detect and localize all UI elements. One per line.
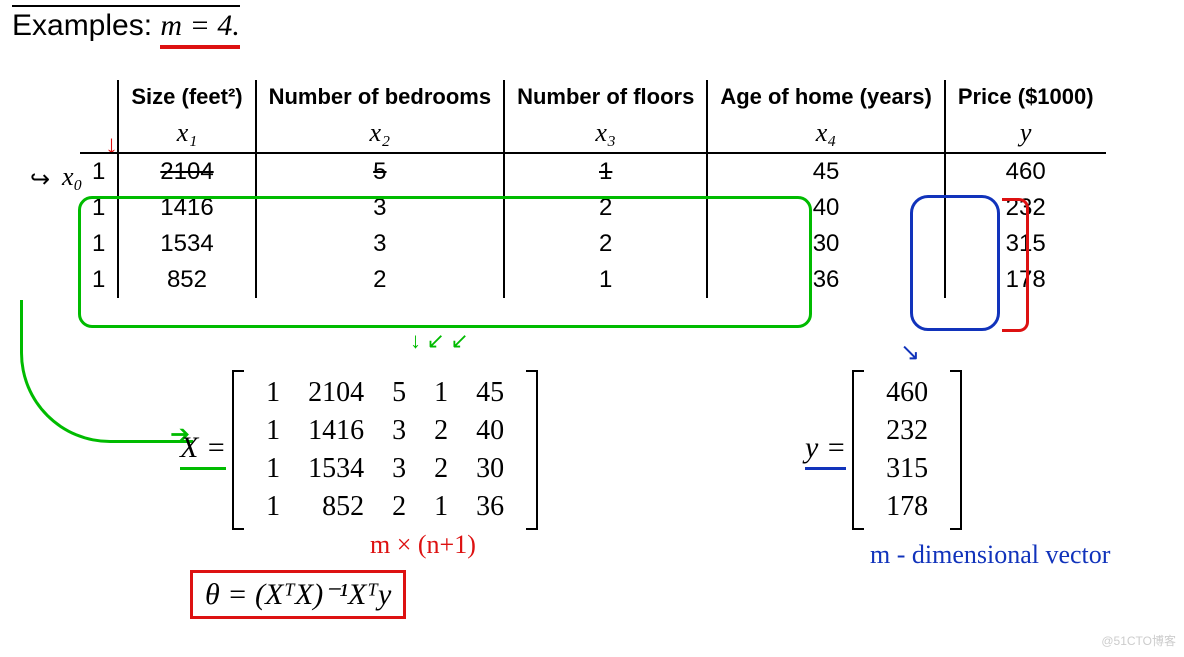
mx-cell: 1 [252, 374, 294, 412]
cell: 3 [256, 226, 504, 262]
cell: 2 [504, 226, 707, 262]
mx-cell: 30 [462, 450, 518, 488]
note-m-dimensional: m - dimensional vector [870, 540, 1110, 570]
var-y: y [945, 114, 1106, 153]
cell: 1 [504, 262, 707, 298]
cell: 1 [80, 190, 118, 226]
cell: 40 [707, 190, 945, 226]
page: Examples: m = 4. ↓ ↪ x₀ Size (feet²) Num… [0, 0, 1184, 657]
title-prefix: Examples: [12, 9, 152, 42]
table-row: 1 852 2 1 36 178 [80, 262, 1106, 298]
cell: 1416 [118, 190, 255, 226]
header-size: Size (feet²) [118, 80, 255, 114]
header-price: Price ($1000) [945, 80, 1106, 114]
matrix-X-label: X = [180, 431, 226, 470]
vy-cell: 460 [872, 374, 942, 412]
table-row: 1 1534 3 2 30 315 [80, 226, 1106, 262]
theta-formula: θ = (XᵀX)⁻¹Xᵀy [190, 570, 406, 619]
table-row: 1 2104 5 1 45 460 [80, 153, 1106, 190]
green-small-arrows-icon: ↓ ↙ ↙ [410, 328, 469, 354]
mx-cell: 5 [378, 374, 420, 412]
mx-cell: 1 [252, 488, 294, 526]
var-x3: x₃ [504, 114, 707, 153]
note-m-by-n: m × (n+1) [370, 530, 476, 560]
x0-arrow-icon: ↪ [30, 165, 50, 194]
table-header-row: Size (feet²) Number of bedrooms Number o… [80, 80, 1106, 114]
green-curved-arrow-icon [20, 300, 193, 443]
cell: 1 [504, 153, 707, 190]
mx-cell: 2 [420, 450, 462, 488]
mx-cell: 2 [378, 488, 420, 526]
bracket-left-icon [232, 370, 244, 530]
bracket-left-icon [852, 370, 864, 530]
mx-cell: 1534 [294, 450, 378, 488]
mx-cell: 1 [252, 450, 294, 488]
matrix-X-body: 121045145 114163240 115343230 18522136 [252, 374, 518, 526]
vy-cell: 178 [872, 488, 942, 526]
cell: 178 [945, 262, 1106, 298]
mx-cell: 2104 [294, 374, 378, 412]
header-age: Age of home (years) [707, 80, 945, 114]
cell: 315 [945, 226, 1106, 262]
blue-arrowhead-icon: ↘ [900, 338, 920, 367]
header-floors: Number of floors [504, 80, 707, 114]
mx-cell: 1 [420, 488, 462, 526]
data-table: Size (feet²) Number of bedrooms Number o… [80, 80, 1106, 298]
cell: 1 [80, 226, 118, 262]
table-row: 1 1416 3 2 40 232 [80, 190, 1106, 226]
mx-cell: 45 [462, 374, 518, 412]
vy-cell: 232 [872, 412, 942, 450]
mx-cell: 40 [462, 412, 518, 450]
cell: 852 [118, 262, 255, 298]
cell: 460 [945, 153, 1106, 190]
matrix-X: X = 121045145 114163240 115343230 185221… [180, 370, 538, 530]
bracket-right-icon [526, 370, 538, 530]
cell: 1 [80, 153, 118, 190]
cell: 30 [707, 226, 945, 262]
cell: 45 [707, 153, 945, 190]
mx-cell: 3 [378, 450, 420, 488]
mx-cell: 1416 [294, 412, 378, 450]
mx-cell: 852 [294, 488, 378, 526]
mx-cell: 1 [420, 374, 462, 412]
cell: 232 [945, 190, 1106, 226]
cell: 36 [707, 262, 945, 298]
var-x2: x₂ [256, 114, 504, 153]
vy-cell: 315 [872, 450, 942, 488]
mx-cell: 36 [462, 488, 518, 526]
page-title: Examples: m = 4. [12, 5, 240, 43]
table-var-row: x₁ x₂ x₃ x₄ y [80, 114, 1106, 153]
bracket-right-icon [950, 370, 962, 530]
header-bedrooms: Number of bedrooms [256, 80, 504, 114]
vector-y-label: y = [805, 431, 846, 470]
vector-y-body: 460 232 315 178 [872, 374, 942, 526]
title-math: m = 4. [160, 9, 239, 49]
cell: 1534 [118, 226, 255, 262]
watermark: @51CTO博客 [1101, 632, 1176, 649]
vector-y: y = 460 232 315 178 [805, 370, 962, 530]
cell: 1 [80, 262, 118, 298]
cell: 2104 [118, 153, 255, 190]
cell: 3 [256, 190, 504, 226]
mx-cell: 2 [420, 412, 462, 450]
var-x4: x₄ [707, 114, 945, 153]
var-x0 [80, 114, 118, 153]
cell: 2 [256, 262, 504, 298]
var-x1: x₁ [118, 114, 255, 153]
header-blank [80, 80, 118, 114]
mx-cell: 3 [378, 412, 420, 450]
cell: 2 [504, 190, 707, 226]
mx-cell: 1 [252, 412, 294, 450]
cell: 5 [256, 153, 504, 190]
